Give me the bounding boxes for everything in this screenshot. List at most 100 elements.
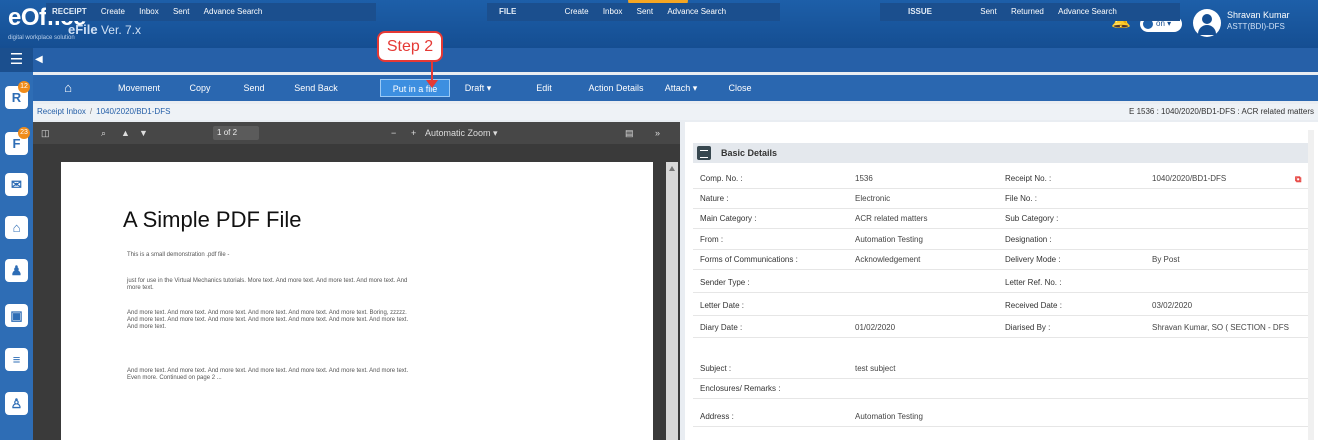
- close-button[interactable]: Close: [723, 79, 757, 97]
- pdf-toolbar: ◫ ⌕ ▲ ▼ 1 of 2 − + Automatic Zoom ▾ ▤ »: [33, 122, 680, 144]
- details-label: Subject :: [700, 364, 732, 373]
- file-menu-advance-search[interactable]: Advance Search: [661, 3, 732, 21]
- next-page-icon[interactable]: ▼: [139, 122, 148, 144]
- user-info[interactable]: Shravan Kumar ASTT(BDI)-DFS: [1227, 10, 1290, 32]
- details-row-divider: [693, 398, 1310, 399]
- tools-menu-icon[interactable]: »: [655, 122, 660, 144]
- action-toolbar: ⌂ Movement Copy Send Send Back Put in a …: [33, 75, 1318, 101]
- pdf-scrollbar[interactable]: [666, 162, 678, 440]
- details-label: From :: [700, 235, 724, 244]
- details-label: Letter Ref. No. :: [1005, 278, 1062, 287]
- details-value: test subject: [855, 364, 896, 373]
- sidebar-toggle-icon[interactable]: ◫: [41, 122, 50, 144]
- pdf-paragraph: just for use in the Virtual Mechanics tu…: [127, 278, 408, 291]
- copy-button[interactable]: Copy: [183, 79, 217, 97]
- details-value: Electronic: [855, 194, 891, 203]
- draft-button[interactable]: Draft ▾: [457, 79, 499, 97]
- issue-menu-sent[interactable]: Sent: [974, 3, 1002, 21]
- pdf-document-title: A Simple PDF File: [123, 207, 302, 232]
- page-number-input[interactable]: 1 of 2: [213, 126, 259, 140]
- receipt-menu-create[interactable]: Create: [95, 3, 131, 21]
- details-value: 1536: [855, 174, 873, 183]
- download-icon[interactable]: ▤: [625, 122, 634, 144]
- pdf-page: A Simple PDF File This is a small demons…: [61, 162, 653, 440]
- file-reference: E 1536 : 1040/2020/BD1-DFS : ACR related…: [1129, 107, 1314, 116]
- receipt-menu-head[interactable]: RECEIPT: [46, 3, 93, 21]
- details-value: Automation Testing: [855, 412, 923, 421]
- details-value: Acknowledgement: [855, 255, 921, 264]
- receipt-menu-advance-search[interactable]: Advance Search: [198, 3, 269, 21]
- details-scrollbar[interactable]: [1308, 130, 1314, 440]
- pdf-viewer: ◫ ⌕ ▲ ▼ 1 of 2 − + Automatic Zoom ▾ ▤ » …: [33, 122, 680, 440]
- pdf-attachment-icon[interactable]: ⧉: [1295, 174, 1301, 184]
- logo-tagline: digital workplace solution: [8, 35, 75, 41]
- sidebar-badge-file: 23: [18, 127, 30, 139]
- file-menu-create[interactable]: Create: [559, 3, 595, 21]
- receipt-menu-sent[interactable]: Sent: [167, 3, 195, 21]
- details-row-divider: [693, 378, 1310, 379]
- user-avatar-icon[interactable]: [1193, 9, 1221, 37]
- user-file-icon[interactable]: ♟: [5, 259, 28, 282]
- mail-icon[interactable]: ✉: [5, 173, 28, 196]
- details-row-divider: [693, 292, 1310, 293]
- home-icon[interactable]: ⌂: [57, 79, 79, 97]
- send-button[interactable]: Send: [237, 79, 271, 97]
- send-back-button[interactable]: Send Back: [288, 79, 344, 97]
- previous-page-icon[interactable]: ▲: [121, 122, 130, 144]
- breadcrumb-receipt-inbox[interactable]: Receipt Inbox: [37, 107, 86, 116]
- callout-arrow-head: [426, 80, 438, 88]
- details-label: Delivery Mode :: [1005, 255, 1061, 264]
- issue-menu-group: ISSUE Sent Returned Advance Search: [880, 3, 1180, 21]
- receipt-menu-group: RECEIPT Create Inbox Sent Advance Search: [46, 3, 376, 21]
- details-value: Automation Testing: [855, 235, 923, 244]
- person-icon[interactable]: ♙: [5, 392, 28, 415]
- module-version: Ver. 7.x: [100, 23, 141, 37]
- action-details-button[interactable]: Action Details: [578, 79, 654, 97]
- details-value: By Post: [1152, 255, 1180, 264]
- edit-button[interactable]: Edit: [529, 79, 559, 97]
- zoom-select[interactable]: Automatic Zoom ▾: [425, 122, 498, 144]
- details-value: 01/02/2020: [855, 323, 896, 332]
- basic-details-header[interactable]: Basic Details: [693, 143, 1310, 163]
- details-label: File No. :: [1005, 194, 1038, 203]
- inbox-icon[interactable]: ⌂: [5, 216, 28, 239]
- file-menu-inbox[interactable]: Inbox: [597, 3, 629, 21]
- details-label: Diarised By :: [1005, 323, 1051, 332]
- details-value: Shravan Kumar, SO ( SECTION - DFS: [1152, 323, 1289, 332]
- pdf-paragraph: This is a small demonstration .pdf file …: [127, 252, 230, 258]
- folder-icon[interactable]: ▣: [5, 304, 28, 327]
- issue-menu-returned[interactable]: Returned: [1005, 3, 1050, 21]
- issue-menu-head[interactable]: ISSUE: [880, 3, 972, 21]
- zoom-in-icon[interactable]: +: [411, 122, 416, 144]
- issue-menu-advance-search[interactable]: Advance Search: [1052, 3, 1123, 21]
- details-row-divider: [693, 337, 1310, 338]
- left-sidebar: ☰ R 12 F 23 ✉ ⌂ ♟ ▣ ≡ ♙: [0, 48, 33, 440]
- user-name: Shravan Kumar: [1227, 10, 1290, 20]
- details-label: Sender Type :: [700, 278, 750, 287]
- details-label: Enclosures/ Remarks :: [700, 384, 781, 393]
- file-menu-sent[interactable]: Sent: [631, 3, 659, 21]
- receipt-menu-inbox[interactable]: Inbox: [133, 3, 165, 21]
- find-icon[interactable]: ⌕: [101, 122, 106, 144]
- breadcrumb: Receipt Inbox/1040/2020/BD1-DFS E 1536 :…: [33, 104, 1318, 120]
- hamburger-menu-icon[interactable]: ☰: [0, 48, 33, 72]
- menu-back-arrow-icon[interactable]: ◀: [35, 51, 43, 69]
- list-icon[interactable]: ≡: [5, 348, 28, 371]
- details-label: Sub Category :: [1005, 214, 1059, 223]
- details-value: 03/02/2020: [1152, 301, 1193, 310]
- details-row-divider: [693, 208, 1310, 209]
- pdf-paragraph: And more text. And more text. And more t…: [127, 368, 409, 381]
- zoom-out-icon[interactable]: −: [391, 122, 396, 144]
- details-list-icon: [697, 146, 711, 160]
- file-menu-head[interactable]: FILE: [487, 3, 556, 21]
- breadcrumb-receipt-number: 1040/2020/BD1-DFS: [96, 107, 171, 116]
- put-in-a-file-button[interactable]: Put in a file: [380, 79, 450, 97]
- details-label: Receipt No. :: [1005, 174, 1052, 183]
- attach-button[interactable]: Attach ▾: [657, 79, 705, 97]
- details-row-divider: [693, 426, 1310, 427]
- details-label: Received Date :: [1005, 301, 1062, 310]
- basic-details-panel: Basic Details Comp. No. : 1536 Receipt No.…: [685, 122, 1318, 440]
- movement-button[interactable]: Movement: [111, 79, 167, 97]
- details-value: 1040/2020/BD1-DFS: [1152, 174, 1227, 183]
- details-label: Comp. No. :: [700, 174, 743, 183]
